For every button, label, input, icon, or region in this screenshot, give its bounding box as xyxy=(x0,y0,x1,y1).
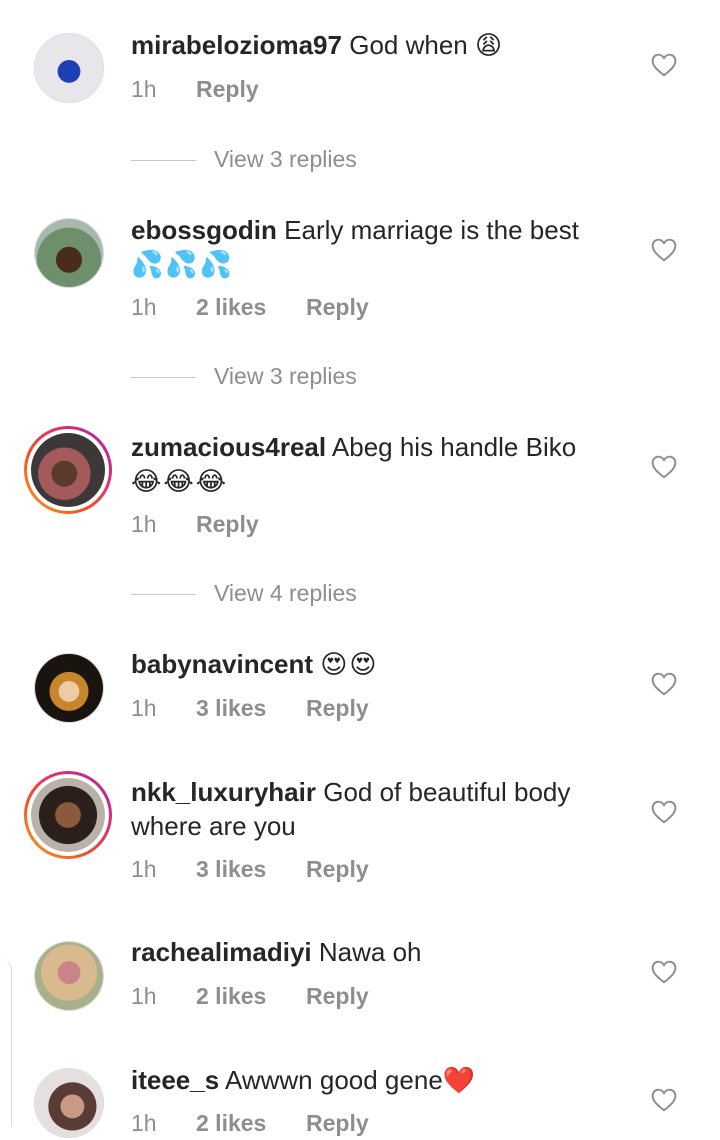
reply-button[interactable]: Reply xyxy=(306,979,369,1013)
comment-username[interactable]: ebossgodin xyxy=(131,215,277,245)
comment-text: iteee_s Awwwn good gene❤️ xyxy=(131,1063,611,1097)
comment-time: 1h xyxy=(131,983,157,1009)
view-replies-link[interactable]: View 3 replies xyxy=(131,361,357,391)
likes-count[interactable]: 2 likes xyxy=(196,1106,306,1140)
comment-text: mirabelozioma97 God when 😩 xyxy=(131,28,611,62)
comment-time: 1h xyxy=(131,294,157,320)
avatar[interactable] xyxy=(34,218,104,288)
comment-time: 1h xyxy=(131,1110,157,1136)
comment-body: Abeg his handle Biko xyxy=(331,432,577,462)
avatar[interactable] xyxy=(34,941,104,1011)
comment-meta: 1h Reply xyxy=(131,507,259,541)
avatar[interactable] xyxy=(34,653,104,723)
reply-button[interactable]: Reply xyxy=(306,290,369,324)
reply-button[interactable]: Reply xyxy=(306,852,369,886)
likes-count[interactable]: 3 likes xyxy=(196,691,306,725)
comment-text: rachealimadiyi Nawa oh xyxy=(131,935,611,969)
comment-meta: 1h 3 likes Reply xyxy=(131,852,369,886)
comment-text: zumacious4real Abeg his handle Biko 😂😂😂 xyxy=(131,430,611,498)
view-replies-link[interactable]: View 4 replies xyxy=(131,578,357,608)
avatar[interactable] xyxy=(24,771,112,859)
comment-time: 1h xyxy=(131,76,157,102)
heart-outline-icon[interactable] xyxy=(651,455,677,479)
view-replies-label[interactable]: View 3 replies xyxy=(214,363,357,389)
heart-outline-icon[interactable] xyxy=(651,53,677,77)
comment-emoji: ❤️ xyxy=(442,1065,478,1095)
comment-meta: 1h 2 likes Reply xyxy=(131,979,369,1013)
comment-username[interactable]: nkk_luxuryhair xyxy=(131,777,316,807)
reply-button[interactable]: Reply xyxy=(196,72,259,106)
heart-outline-icon[interactable] xyxy=(651,672,677,696)
comment-emoji: 💦💦💦 xyxy=(131,249,235,279)
side-panel-edge xyxy=(0,958,12,1127)
comment-username[interactable]: rachealimadiyi xyxy=(131,937,312,967)
comment-body: Early marriage is the best xyxy=(284,215,579,245)
comment-meta: 1h 2 likes Reply xyxy=(131,290,369,324)
reply-button[interactable]: Reply xyxy=(306,1106,369,1140)
comment-emoji: 😂😂😂 xyxy=(131,466,229,496)
avatar[interactable] xyxy=(34,1068,104,1138)
view-replies-label[interactable]: View 4 replies xyxy=(214,580,357,606)
heart-outline-icon[interactable] xyxy=(651,960,677,984)
comment-username[interactable]: mirabelozioma97 xyxy=(131,30,342,60)
comment-meta: 1h 3 likes Reply xyxy=(131,691,369,725)
reply-button[interactable]: Reply xyxy=(196,507,259,541)
divider-line xyxy=(131,594,196,596)
heart-outline-icon[interactable] xyxy=(651,800,677,824)
comment-time: 1h xyxy=(131,695,157,721)
view-replies-label[interactable]: View 3 replies xyxy=(214,146,357,172)
comment-text: babynavincent 😍😍 xyxy=(131,647,611,681)
comment-text: nkk_luxuryhair God of beautiful body whe… xyxy=(131,775,611,843)
divider-line xyxy=(131,160,196,162)
comment-username[interactable]: babynavincent xyxy=(131,649,313,679)
comment-time: 1h xyxy=(131,856,157,882)
comment-body: Awwwn good gene xyxy=(224,1065,443,1095)
comment-text: ebossgodin Early marriage is the best 💦💦… xyxy=(131,213,611,281)
likes-count[interactable]: 2 likes xyxy=(196,290,306,324)
view-replies-link[interactable]: View 3 replies xyxy=(131,144,357,174)
comment-username[interactable]: iteee_s xyxy=(131,1065,219,1095)
comment-body: God when xyxy=(349,30,468,60)
likes-count[interactable]: 3 likes xyxy=(196,852,306,886)
avatar[interactable] xyxy=(34,33,104,103)
comment-time: 1h xyxy=(131,511,157,537)
comment-username[interactable]: zumacious4real xyxy=(131,432,326,462)
reply-button[interactable]: Reply xyxy=(306,691,369,725)
heart-outline-icon[interactable] xyxy=(651,238,677,262)
avatar[interactable] xyxy=(24,426,112,514)
comment-meta: 1h Reply xyxy=(131,72,259,106)
comment-emoji: 😩 xyxy=(474,30,505,60)
divider-line xyxy=(131,377,196,379)
heart-outline-icon[interactable] xyxy=(651,1088,677,1112)
comment-body: Nawa oh xyxy=(318,937,422,967)
comment-meta: 1h 2 likes Reply xyxy=(131,1106,369,1140)
likes-count[interactable]: 2 likes xyxy=(196,979,306,1013)
comment-emoji: 😍😍 xyxy=(320,649,379,679)
